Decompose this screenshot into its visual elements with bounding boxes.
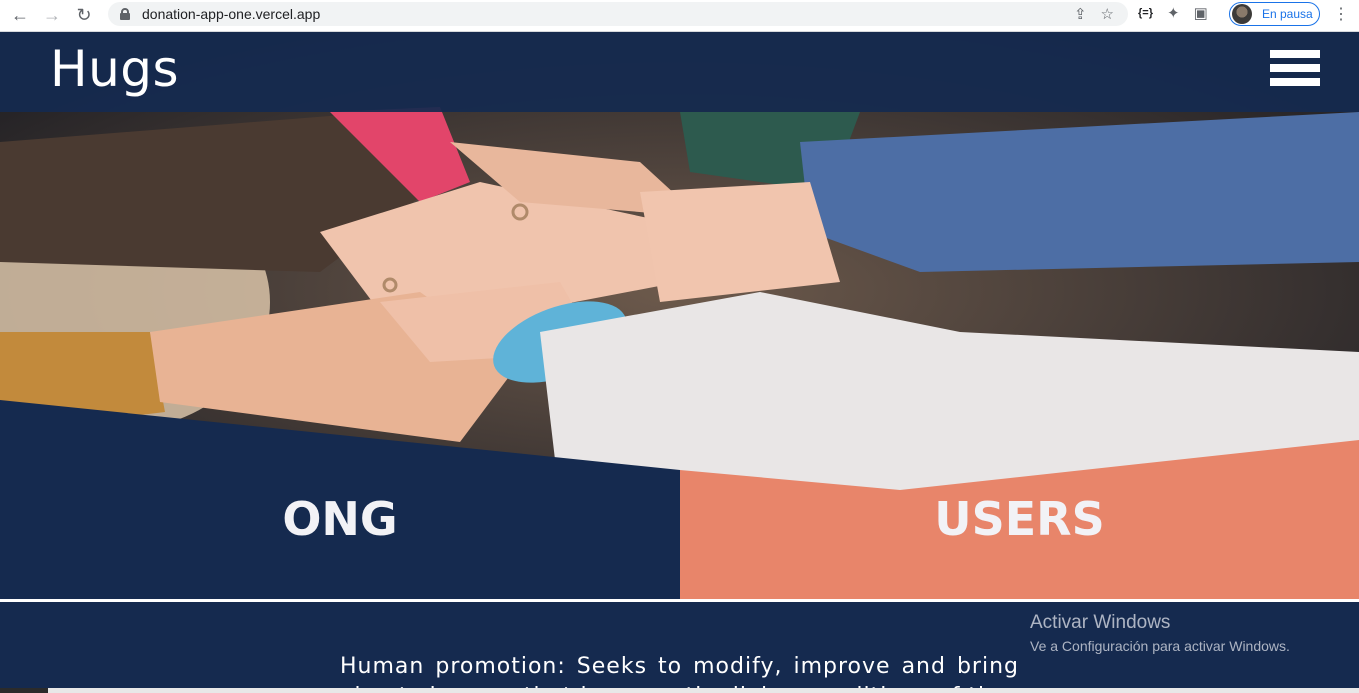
sidepanel-icon[interactable]: ▣ [1194,4,1208,22]
hamburger-icon[interactable] [1270,50,1320,86]
puzzle-icon[interactable]: ✦ [1167,4,1180,22]
forward-icon[interactable]: → [40,4,64,28]
promo-text: Human promotion: Seeks to modify, improv… [340,654,1019,693]
back-icon[interactable]: ← [8,4,32,28]
activation-title: Activar Windows [1030,612,1171,633]
activation-subtitle: Ve a Configuración para activar Windows. [1030,638,1290,654]
taskbar-edge [0,688,1359,693]
extension-json-icon[interactable]: {=} [1138,7,1153,19]
browser-toolbar: ← → ↻ donation-app-one.vercel.app ⇪ ☆ {=… [0,0,1359,32]
page: Hugs ONG USERS Human promotion: Seeks to… [0,32,1359,693]
address-bar[interactable]: donation-app-one.vercel.app ⇪ ☆ [108,2,1128,26]
menu-kebab-icon[interactable]: ⋮ [1333,4,1349,24]
windows-activation-watermark: Activar Windows Ve a Configuración para … [1030,612,1290,654]
share-icon[interactable]: ⇪ [1074,5,1087,23]
profile-label: En pausa [1262,7,1313,21]
logo[interactable]: Hugs [50,40,179,98]
star-icon[interactable]: ☆ [1101,5,1114,23]
top-navbar: Hugs [0,32,1359,112]
profile-button[interactable]: En pausa [1229,2,1320,26]
ong-button[interactable]: ONG [0,492,680,546]
reload-icon[interactable]: ↻ [72,4,96,28]
users-button[interactable]: USERS [680,492,1359,546]
avatar [1232,4,1252,24]
url-text: donation-app-one.vercel.app [142,6,321,22]
lock-icon[interactable] [120,8,130,20]
